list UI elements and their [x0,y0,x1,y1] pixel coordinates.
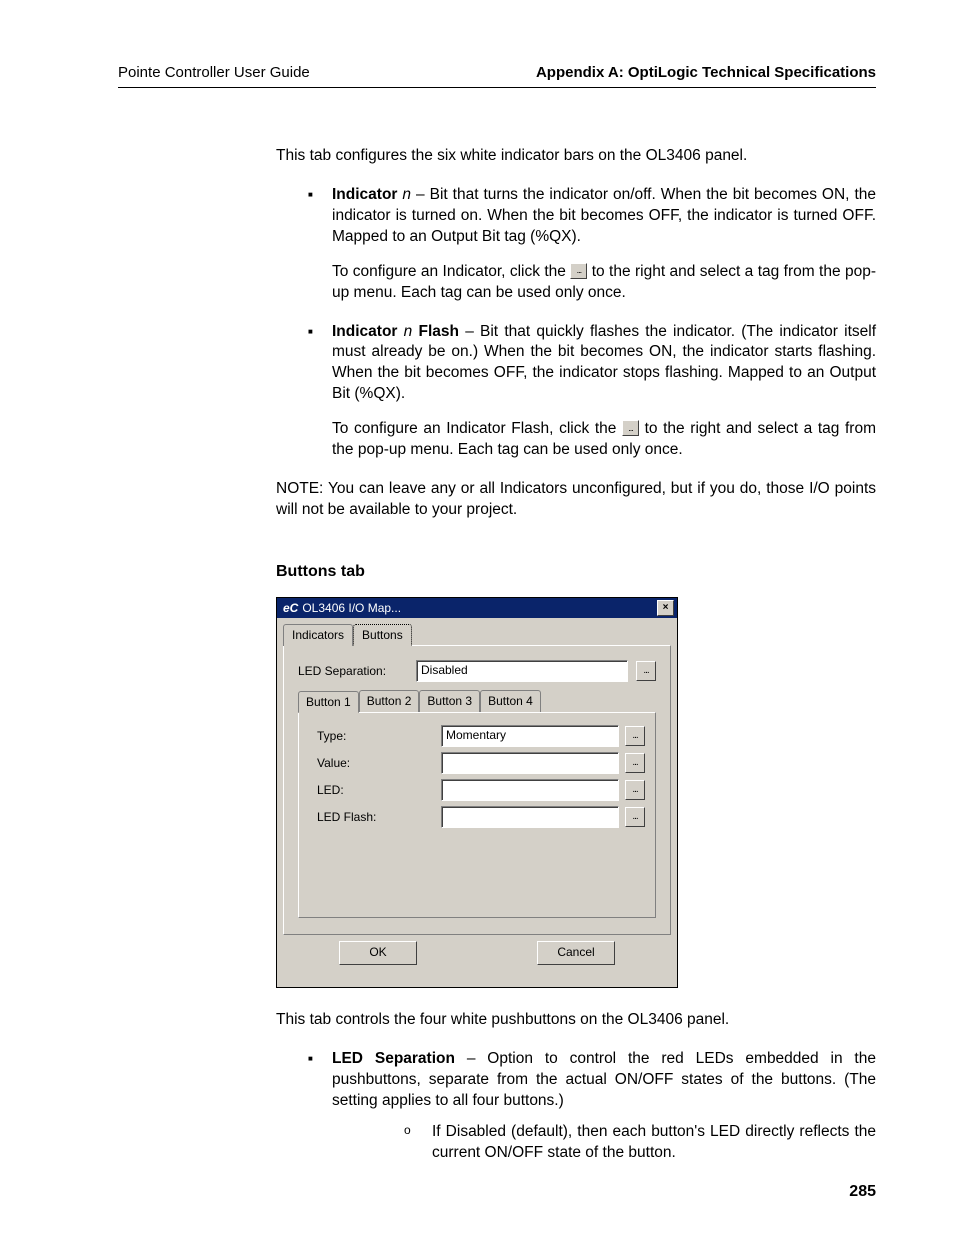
tab-button-1[interactable]: Button 1 [298,691,359,713]
dialog-logo: eC [283,601,298,615]
page-number: 285 [849,1183,876,1201]
ellipsis-icon: ... [622,420,639,436]
label-value: Value: [317,755,435,771]
tab-button-3[interactable]: Button 3 [419,690,480,712]
input-type[interactable]: Momentary [441,725,619,747]
input-led-flash[interactable] [441,806,619,828]
bullet-2-body: – Bit that quickly flashes the indicator… [332,323,876,403]
after-dialog-paragraph: This tab controls the four white pushbut… [276,1010,876,1031]
tab-buttons[interactable]: Buttons [353,624,412,646]
intro-paragraph: This tab configures the six white indica… [276,146,876,167]
bullet-indicator-flash: Indicator n Flash – Bit that quickly fla… [308,322,876,462]
tab-indicators[interactable]: Indicators [283,624,353,646]
bullet-1-sub-pre: To configure an Indicator, click the [332,263,570,280]
sub-bullet-disabled: If Disabled (default), then each button'… [404,1122,876,1164]
tab-button-4[interactable]: Button 4 [480,690,541,712]
bullet-indicator: Indicator n – Bit that turns the indicat… [308,185,876,304]
bullet-1-label: Indicator [332,186,397,203]
note-paragraph: NOTE: You can leave any or all Indicator… [276,479,876,521]
label-led: LED: [317,782,435,798]
bullet-3-label: LED Separation [332,1050,455,1067]
ok-button[interactable]: OK [339,941,417,965]
browse-type-button[interactable]: ... [625,726,645,746]
cancel-button[interactable]: Cancel [537,941,615,965]
bullet-2-label-b: Flash [419,323,459,340]
bullet-2-label-a: Indicator [332,323,397,340]
input-value[interactable] [441,752,619,774]
dialog-titlebar: eC OL3406 I/O Map... × [277,598,677,618]
bullet-2-var: n [404,323,413,340]
tab-button-2[interactable]: Button 2 [359,690,420,712]
bullet-1-body: – Bit that turns the indicator on/off. W… [332,186,876,245]
page-header: Pointe Controller User Guide Appendix A:… [118,64,876,88]
header-right: Appendix A: OptiLogic Technical Specific… [536,64,876,81]
label-type: Type: [317,728,435,744]
section-heading-buttons-tab: Buttons tab [276,561,876,583]
input-led-separation[interactable]: Disabled [416,660,628,682]
label-led-flash: LED Flash: [317,809,435,825]
browse-value-button[interactable]: ... [625,753,645,773]
bullet-led-separation: LED Separation – Option to control the r… [308,1049,876,1164]
header-left: Pointe Controller User Guide [118,64,310,81]
browse-led-separation-button[interactable]: ... [636,661,656,681]
bullet-2-sub-pre: To configure an Indicator Flash, click t… [332,420,622,437]
browse-led-button[interactable]: ... [625,780,645,800]
dialog-ol3406-io-map: eC OL3406 I/O Map... × Indicators Buttons… [276,597,678,989]
bullet-1-var: n [402,186,411,203]
input-led[interactable] [441,779,619,801]
close-icon[interactable]: × [657,600,674,616]
dialog-title: OL3406 I/O Map... [302,601,401,615]
ellipsis-icon: ... [570,263,587,279]
browse-led-flash-button[interactable]: ... [625,807,645,827]
label-led-separation: LED Separation: [298,663,408,679]
